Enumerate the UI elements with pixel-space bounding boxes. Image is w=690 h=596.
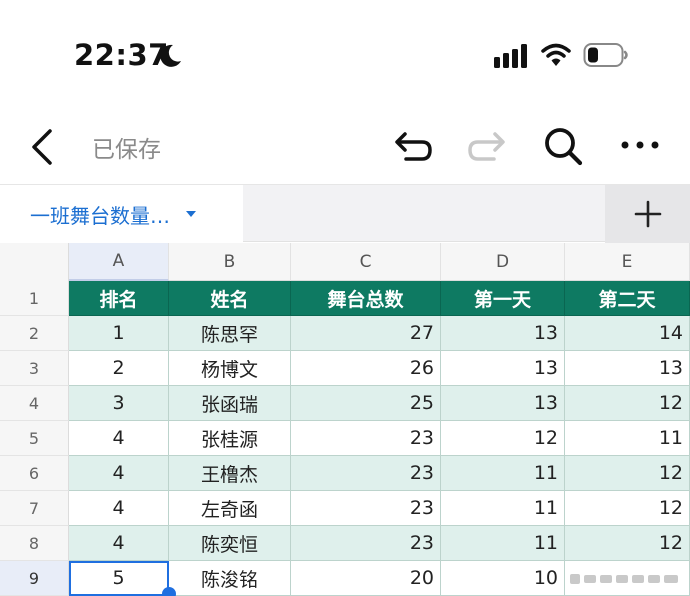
row-number[interactable]: 2 — [0, 316, 69, 351]
select-all-corner[interactable] — [0, 243, 69, 281]
cell-name[interactable]: 陈思罕 — [169, 316, 291, 351]
sheet-tab-active[interactable]: 一班舞台数量… — [0, 185, 243, 243]
header-cell-day2[interactable]: 第二天 — [565, 281, 690, 316]
cell-day2[interactable]: 12 — [565, 456, 690, 491]
cell-day1[interactable]: 11 — [441, 491, 565, 526]
cell-total[interactable]: 23 — [291, 421, 441, 456]
row-number[interactable]: 8 — [0, 526, 69, 561]
cell-total[interactable]: 26 — [291, 351, 441, 386]
cell-rank[interactable]: 2 — [69, 351, 169, 386]
cell-day2[interactable]: 12 — [565, 386, 690, 421]
row-number[interactable]: 9 — [0, 561, 69, 596]
cell-name[interactable]: 张桂源 — [169, 421, 291, 456]
column-header-row: A B C D E — [0, 243, 690, 281]
table-row: 5 4 张桂源 23 12 11 — [0, 421, 690, 456]
cell-name[interactable]: 陈浚铭 — [169, 561, 291, 596]
cell-day2[interactable]: 12 — [565, 491, 690, 526]
row-number[interactable]: 3 — [0, 351, 69, 386]
header-cell-total[interactable]: 舞台总数 — [291, 281, 441, 316]
row-number[interactable]: 4 — [0, 386, 69, 421]
table-row: 9 5 陈浚铭 20 10 — [0, 561, 690, 596]
more-icon[interactable] — [618, 130, 662, 160]
header-cell-name[interactable]: 姓名 — [169, 281, 291, 316]
sheet-tab-bar: 一班舞台数量… — [0, 184, 690, 243]
cell-total[interactable]: 27 — [291, 316, 441, 351]
watermark-logo — [566, 571, 684, 587]
add-sheet-button[interactable] — [605, 185, 690, 243]
cell-rank[interactable]: 5 — [69, 561, 169, 596]
cell-day1[interactable]: 12 — [441, 421, 565, 456]
cell-name[interactable]: 张函瑞 — [169, 386, 291, 421]
plus-icon — [634, 200, 661, 228]
search-icon[interactable] — [541, 124, 585, 168]
cell-day1[interactable]: 11 — [441, 456, 565, 491]
table-header-row: 1 排名 姓名 舞台总数 第一天 第二天 — [0, 281, 690, 316]
saved-status-label: 已保存 — [92, 137, 161, 163]
status-bar: 22:37 — [0, 0, 690, 110]
cell-name[interactable]: 王橹杰 — [169, 456, 291, 491]
table-row: 8 4 陈奕恒 23 11 12 — [0, 526, 690, 561]
cell-total[interactable]: 20 — [291, 561, 441, 596]
cell-day2[interactable]: 12 — [565, 526, 690, 561]
cell-day1[interactable]: 13 — [441, 316, 565, 351]
cell-day1[interactable]: 13 — [441, 351, 565, 386]
row-number[interactable]: 6 — [0, 456, 69, 491]
cell-day2[interactable]: 14 — [565, 316, 690, 351]
cell-name[interactable]: 左奇函 — [169, 491, 291, 526]
column-header-d[interactable]: D — [441, 243, 565, 281]
cell-rank[interactable]: 4 — [69, 456, 169, 491]
cell-rank[interactable]: 4 — [69, 491, 169, 526]
table-row: 3 2 杨博文 26 13 13 — [0, 351, 690, 386]
cell-day1[interactable]: 13 — [441, 386, 565, 421]
table-row: 2 1 陈思罕 27 13 14 — [0, 316, 690, 351]
cell-day2[interactable]: 11 — [565, 421, 690, 456]
cell-day2[interactable]: 13 — [565, 351, 690, 386]
signal-icon — [494, 44, 527, 68]
cell-name[interactable]: 杨博文 — [169, 351, 291, 386]
header-cell-rank[interactable]: 排名 — [69, 281, 169, 316]
battery-icon — [583, 43, 628, 67]
undo-icon[interactable] — [392, 126, 432, 166]
cell-total[interactable]: 23 — [291, 456, 441, 491]
cell-name[interactable]: 陈奕恒 — [169, 526, 291, 561]
redo-icon[interactable] — [468, 126, 508, 166]
chevron-left-icon[interactable] — [28, 127, 60, 167]
cell-day1[interactable]: 11 — [441, 526, 565, 561]
column-header-c[interactable]: C — [291, 243, 441, 281]
column-header-e[interactable]: E — [565, 243, 690, 281]
row-number[interactable]: 7 — [0, 491, 69, 526]
cell-total[interactable]: 23 — [291, 491, 441, 526]
cell-total[interactable]: 25 — [291, 386, 441, 421]
cell-day1[interactable]: 10 — [441, 561, 565, 596]
cell-rank[interactable]: 3 — [69, 386, 169, 421]
cell-rank[interactable]: 4 — [69, 421, 169, 456]
table-row: 6 4 王橹杰 23 11 12 — [0, 456, 690, 491]
cell-rank[interactable]: 4 — [69, 526, 169, 561]
row-number[interactable]: 5 — [0, 421, 69, 456]
table-row: 7 4 左奇函 23 11 12 — [0, 491, 690, 526]
nav-bar: 已保存 — [0, 110, 690, 182]
status-time: 22:37 — [74, 38, 169, 72]
column-header-b[interactable]: B — [169, 243, 291, 281]
header-cell-day1[interactable]: 第一天 — [441, 281, 565, 316]
column-header-a[interactable]: A — [69, 243, 169, 281]
moon-icon — [160, 44, 181, 67]
selection-drag-handle[interactable] — [162, 587, 176, 596]
table-row: 4 3 张函瑞 25 13 12 — [0, 386, 690, 421]
cell-rank[interactable]: 1 — [69, 316, 169, 351]
sheet-tab-label: 一班舞台数量… — [30, 203, 170, 228]
cell-total[interactable]: 23 — [291, 526, 441, 561]
row-number[interactable]: 1 — [0, 281, 69, 316]
wifi-icon — [541, 43, 571, 66]
caret-down-icon[interactable] — [186, 211, 196, 217]
